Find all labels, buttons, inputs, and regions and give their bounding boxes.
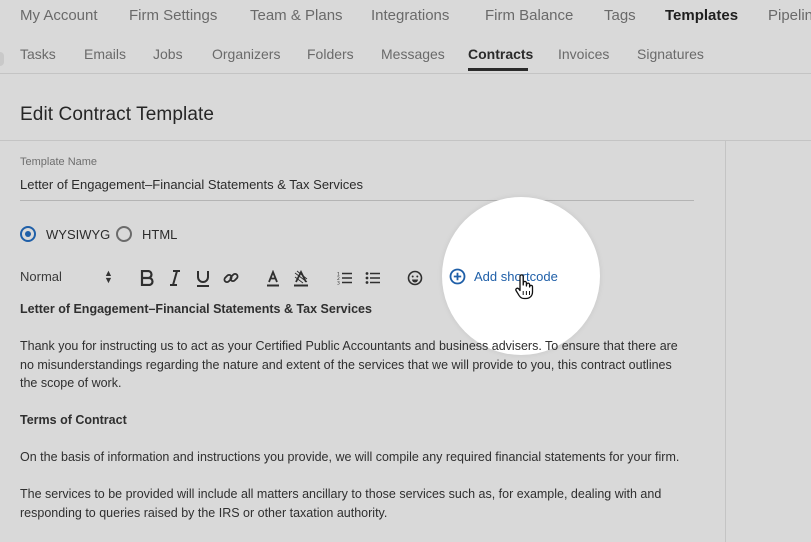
emoji-icon[interactable] xyxy=(406,266,424,290)
editor-toolbar: Normal ▲ ▼ 123 xyxy=(20,266,720,290)
tab-folders[interactable]: Folders xyxy=(307,46,354,62)
doc-section-heading: Terms of Contract xyxy=(20,413,127,427)
page-title: Edit Contract Template xyxy=(20,104,215,125)
svg-text:3: 3 xyxy=(337,281,340,286)
doc-paragraph: The services to be provided will include… xyxy=(20,487,662,520)
wysiwyg-radio-label: WYSIWYG xyxy=(46,226,111,242)
sub-nav: Tasks Emails Jobs Organizers Folders Mes… xyxy=(0,38,811,74)
bullet-list-icon[interactable] xyxy=(364,266,382,290)
top-nav-my-account[interactable]: My Account xyxy=(20,7,98,24)
subnav-divider xyxy=(0,73,811,74)
paragraph-format-select[interactable]: Normal ▲ ▼ xyxy=(20,268,115,285)
tab-signatures[interactable]: Signatures xyxy=(637,46,704,62)
radio-unchecked-icon xyxy=(116,226,132,242)
top-nav-integrations[interactable]: Integrations xyxy=(371,7,449,24)
top-nav-templates[interactable]: Templates xyxy=(665,7,738,24)
add-circle-icon xyxy=(449,268,466,285)
tab-invoices[interactable]: Invoices xyxy=(558,46,609,62)
highlight-icon[interactable] xyxy=(292,266,310,290)
tab-tasks[interactable]: Tasks xyxy=(20,46,56,62)
link-icon[interactable] xyxy=(222,266,240,290)
italic-icon[interactable] xyxy=(166,266,184,290)
template-name-label: Template Name xyxy=(20,156,98,168)
template-name-underline xyxy=(20,200,694,201)
template-name-input[interactable] xyxy=(20,175,694,193)
doc-heading: Letter of Engagement–Financial Statement… xyxy=(20,302,372,316)
html-radio[interactable]: HTML xyxy=(116,226,177,242)
panel-divider xyxy=(725,141,726,542)
html-radio-label: HTML xyxy=(142,226,178,242)
top-nav-firm-settings[interactable]: Firm Settings xyxy=(129,7,217,24)
tab-emails[interactable]: Emails xyxy=(84,46,126,62)
bold-icon[interactable] xyxy=(138,266,156,290)
wysiwyg-radio[interactable]: WYSIWYG xyxy=(20,226,110,242)
radio-checked-icon xyxy=(20,226,36,242)
tab-contracts[interactable]: Contracts xyxy=(468,46,533,62)
active-tab-indicator xyxy=(468,68,528,71)
tab-messages[interactable]: Messages xyxy=(381,46,445,62)
hand-cursor-icon xyxy=(515,274,534,300)
top-nav-team-plans[interactable]: Team & Plans xyxy=(250,7,343,24)
doc-paragraph: Thank you for instructing us to act as y… xyxy=(20,339,678,390)
select-arrows-icon: ▲ ▼ xyxy=(104,268,113,285)
top-nav-pipelines[interactable]: Pipelin xyxy=(768,7,811,24)
paragraph-format-value: Normal xyxy=(20,269,62,284)
add-shortcode-button[interactable]: Add shortcode xyxy=(449,268,558,285)
underline-icon[interactable] xyxy=(194,266,212,290)
top-nav-tags[interactable]: Tags xyxy=(604,7,636,24)
doc-paragraph: On the basis of information and instruct… xyxy=(20,450,680,464)
top-nav: My Account Firm Settings Team & Plans In… xyxy=(0,0,811,34)
tab-jobs[interactable]: Jobs xyxy=(153,46,183,62)
ordered-list-icon[interactable]: 123 xyxy=(336,266,354,290)
top-nav-firm-balance[interactable]: Firm Balance xyxy=(485,7,573,24)
title-divider xyxy=(0,140,811,141)
tab-organizers[interactable]: Organizers xyxy=(212,46,280,62)
text-color-icon[interactable] xyxy=(264,266,282,290)
